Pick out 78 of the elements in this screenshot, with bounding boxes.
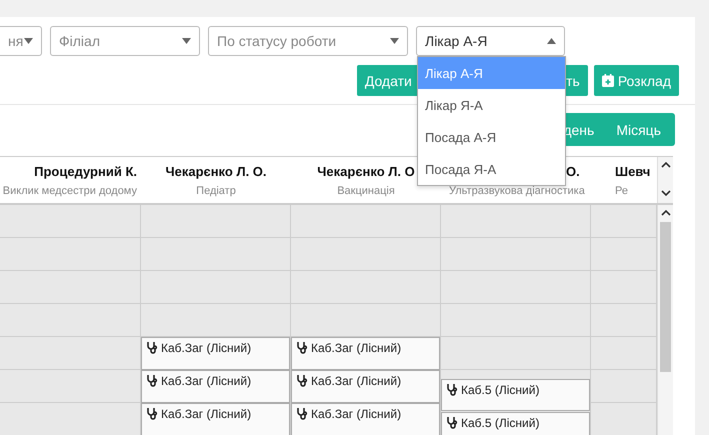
- stethoscope-icon: [446, 383, 458, 396]
- schedule-cell[interactable]: [591, 238, 657, 271]
- appointment-label: Каб.Заг (Лісний): [311, 341, 402, 355]
- doctor-name: Чекарєнко Л. О.: [165, 164, 267, 178]
- stethoscope-icon: [146, 374, 158, 387]
- sort-option[interactable]: Посада Я-А: [418, 153, 565, 185]
- appointment-card[interactable]: Каб.Заг (Лісний): [291, 337, 440, 370]
- scrollbar[interactable]: [657, 205, 673, 435]
- sort-option[interactable]: Посада А-Я: [418, 121, 565, 153]
- caret-icon: [182, 38, 191, 44]
- schedule-cell[interactable]: [291, 304, 441, 337]
- filter-select[interactable]: По статусу роботи: [208, 26, 408, 56]
- schedule-cell[interactable]: [591, 337, 657, 370]
- appointment-label: Каб.Заг (Лісний): [161, 407, 252, 421]
- filter-select[interactable]: ня: [0, 26, 42, 56]
- stethoscope-icon: [296, 341, 308, 354]
- schedule-cell[interactable]: [0, 238, 141, 271]
- schedule-cell[interactable]: [0, 370, 141, 403]
- appointment-label: Каб.Заг (Лісний): [311, 374, 402, 388]
- schedule-cell[interactable]: [591, 205, 657, 238]
- appointment-label: Каб.5 (Лісний): [461, 383, 540, 397]
- appointment-card[interactable]: Каб.5 (Лісний): [441, 379, 590, 411]
- doctor-role: Вакцинація: [337, 184, 395, 196]
- caret-icon: [547, 38, 556, 44]
- caret-icon: [24, 38, 33, 44]
- appointment-label: Каб.Заг (Лісний): [311, 407, 402, 421]
- chevron-up-icon: [661, 209, 671, 216]
- doctor-role: Виклик медсестри додому: [2, 184, 137, 196]
- schedule-cell[interactable]: [0, 337, 141, 370]
- filter-select[interactable]: Філіал: [50, 26, 200, 56]
- doctor-name: О.: [566, 164, 580, 178]
- doctor-role: Ре: [615, 184, 628, 196]
- stethoscope-icon: [296, 374, 308, 387]
- appointment-card[interactable]: Каб.5 (Лісний): [441, 412, 590, 435]
- schedule-cell[interactable]: [0, 403, 141, 435]
- schedule-cell[interactable]: [141, 304, 291, 337]
- schedule-cell[interactable]: [591, 403, 657, 435]
- doctor-name: Шевч: [615, 164, 650, 178]
- sort-option[interactable]: Лікар Я-А: [418, 89, 565, 121]
- stethoscope-icon: [146, 341, 158, 354]
- scrollbar[interactable]: [657, 157, 673, 203]
- schedule-cell[interactable]: [441, 238, 591, 271]
- appointment-card[interactable]: Каб.Заг (Лісний): [291, 403, 440, 435]
- schedule-cell[interactable]: [141, 205, 291, 238]
- schedule-cell[interactable]: [0, 304, 141, 337]
- sort-select[interactable]: Лікар А-Я: [416, 26, 565, 56]
- schedule-cell[interactable]: [591, 271, 657, 304]
- appointment-label: Каб.Заг (Лісний): [161, 341, 252, 355]
- stethoscope-icon: [146, 407, 158, 420]
- doctor-role: Ультразвукова діагностика: [449, 184, 585, 196]
- schedule-cell[interactable]: [591, 304, 657, 337]
- appointment-card[interactable]: Каб.Заг (Лісний): [141, 337, 290, 370]
- caret-icon: [390, 38, 399, 44]
- stethoscope-icon: [296, 407, 308, 420]
- appointment-card[interactable]: Каб.Заг (Лісний): [141, 403, 290, 435]
- doctor-name: Чекарєнко Л. О: [317, 164, 415, 178]
- schedule-cell[interactable]: [441, 304, 591, 337]
- appointment-card[interactable]: Каб.Заг (Лісний): [141, 370, 290, 403]
- stethoscope-icon: [446, 416, 458, 429]
- appointment-card[interactable]: Каб.Заг (Лісний): [291, 370, 440, 403]
- schedule-cell[interactable]: [0, 271, 141, 304]
- schedule-cell[interactable]: [291, 238, 441, 271]
- appointment-label: Каб.Заг (Лісний): [161, 374, 252, 388]
- chevron-down-icon: [661, 190, 671, 197]
- chevron-up-icon: [661, 161, 671, 168]
- schedule-cell[interactable]: [0, 205, 141, 238]
- schedule-cell[interactable]: [141, 238, 291, 271]
- schedule-cell[interactable]: [441, 271, 591, 304]
- schedule-cell[interactable]: [441, 337, 591, 370]
- schedule-cell[interactable]: [141, 271, 291, 304]
- doctor-role: Педіатр: [196, 184, 236, 196]
- scrollbar-thumb[interactable]: [660, 222, 671, 372]
- schedule-cell[interactable]: [441, 205, 591, 238]
- schedule-cell[interactable]: [291, 271, 441, 304]
- doctor-name: Процедурний К.: [34, 164, 137, 178]
- schedule-cell[interactable]: [291, 205, 441, 238]
- appointment-label: Каб.5 (Лісний): [461, 416, 540, 430]
- schedule-cell[interactable]: [591, 370, 657, 403]
